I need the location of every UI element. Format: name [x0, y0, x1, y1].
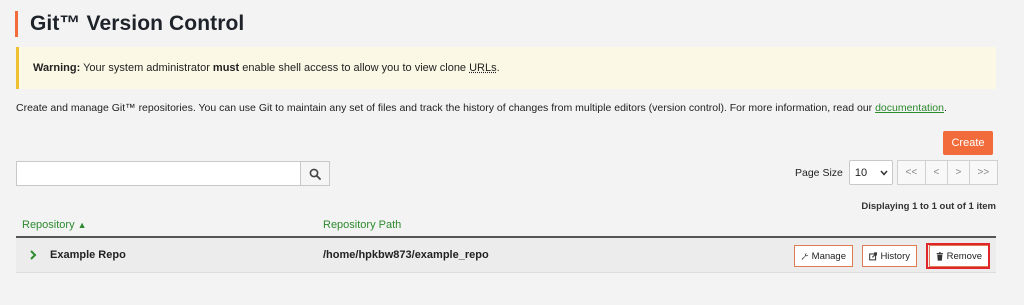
page-size-select[interactable]: 10	[848, 160, 893, 185]
column-repository-label: Repository	[22, 219, 75, 231]
documentation-link[interactable]: documentation	[875, 102, 944, 114]
first-page-button[interactable]: <<	[896, 160, 926, 185]
remove-highlight-box	[926, 243, 990, 269]
external-link-icon	[869, 251, 878, 260]
warning-callout: Warning: Your system administrator must …	[16, 47, 996, 89]
repository-name: Example Repo	[50, 249, 126, 261]
table-header: Repository ▲ Repository Path	[16, 212, 996, 238]
page-title-bar: Git™ Version Control	[15, 11, 244, 37]
last-page-button[interactable]: >>	[968, 160, 998, 185]
repository-path: /home/hpkbw873/example_repo	[323, 249, 489, 261]
page-size-label: Page Size	[795, 166, 843, 179]
chevron-right-icon[interactable]	[29, 249, 37, 261]
displaying-count: Displaying 1 to 1 out of 1 item	[861, 201, 996, 212]
intro-text: Create and manage Git™ repositories. You…	[16, 102, 947, 114]
page-nav: << < > >>	[896, 160, 998, 185]
warning-text-post: enable shell access to allow you to view…	[239, 62, 470, 74]
warning-emphasis: must	[212, 62, 240, 74]
warning-period: .	[496, 62, 500, 74]
manage-button[interactable]: Manage	[794, 245, 853, 267]
search-group	[16, 161, 330, 186]
page-title: Git™ Version Control	[30, 12, 245, 35]
urls-abbreviation: URLs	[469, 62, 497, 74]
intro-body: Create and manage Git™ repositories. You…	[16, 102, 876, 114]
create-button[interactable]: Create	[943, 131, 993, 155]
prev-page-button[interactable]: <	[924, 160, 948, 185]
history-label: History	[880, 250, 910, 262]
chevron-down-icon	[880, 170, 888, 176]
search-button[interactable]	[301, 161, 330, 186]
column-header-repository[interactable]: Repository ▲	[22, 219, 87, 231]
pagination-controls: Page Size 10 << < > >>	[795, 160, 998, 185]
next-page-button[interactable]: >	[946, 160, 970, 185]
search-input[interactable]	[16, 161, 301, 186]
warning-label: Warning:	[33, 62, 81, 74]
search-icon	[309, 168, 321, 180]
sort-ascending-icon: ▲	[77, 220, 87, 230]
warning-text-pre: Your system administrator	[80, 62, 213, 74]
table-row: Example Repo /home/hpkbw873/example_repo…	[16, 238, 996, 273]
column-header-repository-path[interactable]: Repository Path	[323, 219, 401, 231]
manage-label: Manage	[811, 250, 846, 262]
intro-period: .	[943, 102, 947, 114]
wrench-icon	[801, 252, 809, 260]
history-button[interactable]: History	[862, 245, 917, 267]
page-size-value: 10	[854, 166, 868, 179]
